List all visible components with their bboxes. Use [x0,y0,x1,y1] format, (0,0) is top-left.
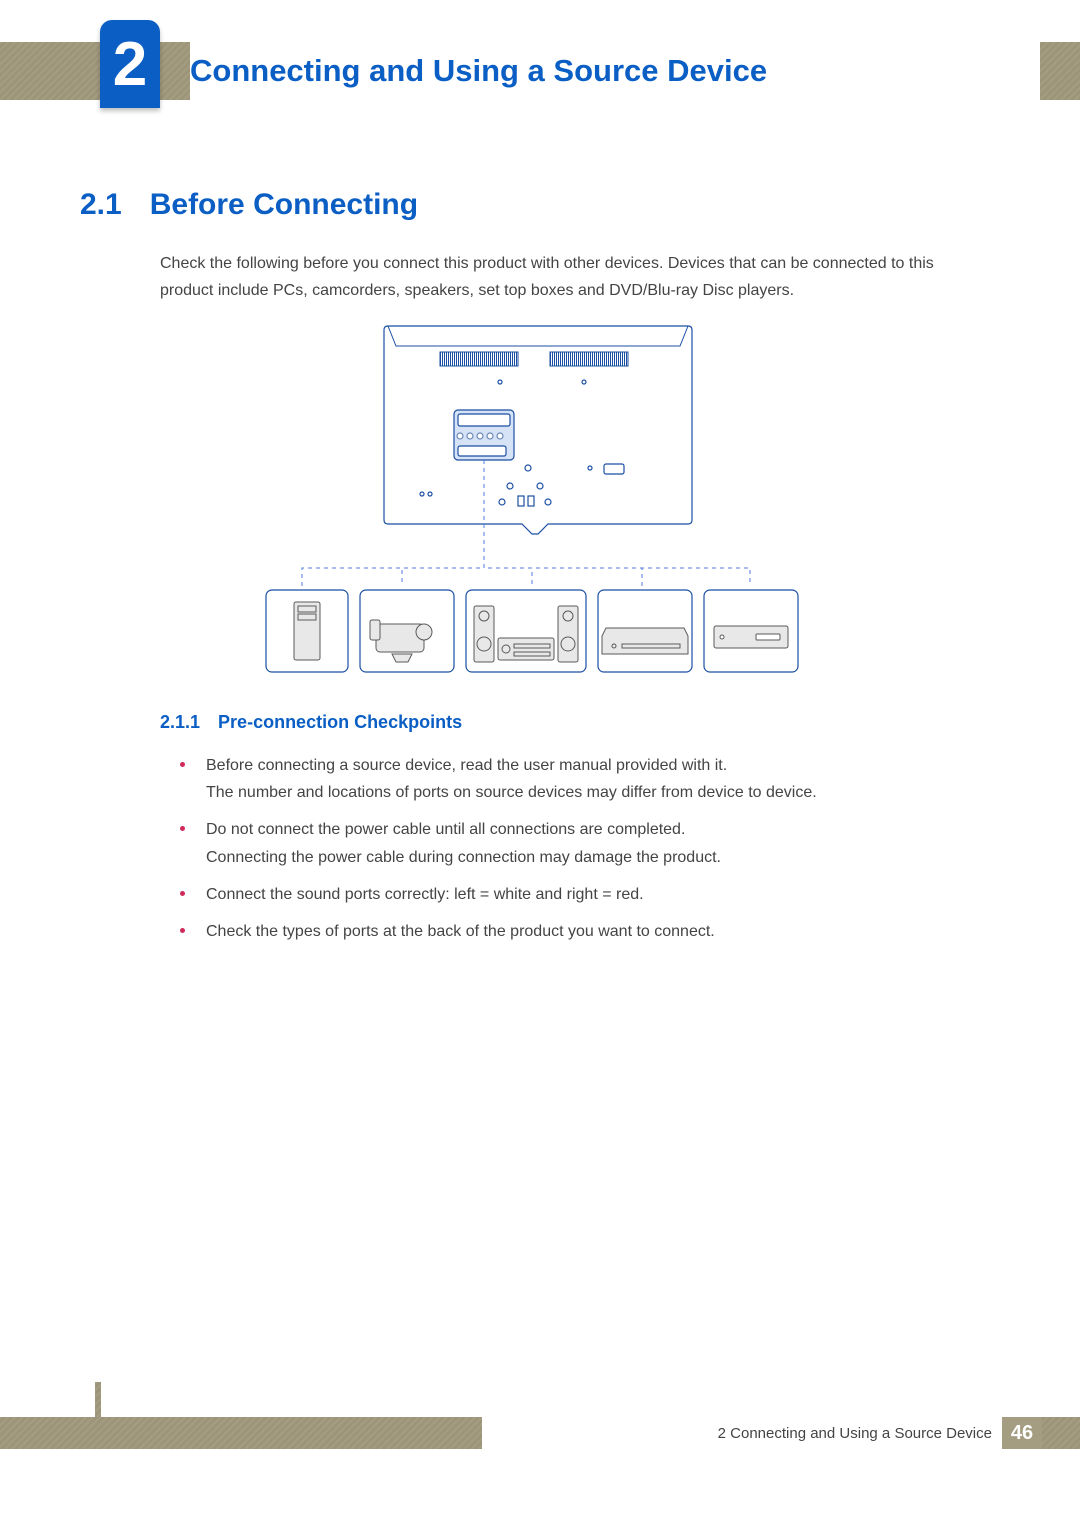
footer-chapter-ref: 2 Connecting and Using a Source Device [718,1425,992,1442]
list-item-text: Before connecting a source device, read … [206,757,817,801]
section-intro-text: Check the following before you connect t… [160,250,980,304]
section-title: Before Connecting [150,188,418,222]
connection-diagram [262,324,802,678]
chapter-title: Connecting and Using a Source Device [190,42,1040,100]
section-number: 2.1 [80,188,122,222]
list-item: Connect the sound ports correctly: left … [180,881,980,908]
checkpoints-list: Before connecting a source device, read … [180,752,980,955]
list-item: Before connecting a source device, read … [180,752,980,806]
subsection-title: Pre-connection Checkpoints [218,712,462,733]
page-number: 46 [1002,1417,1042,1449]
list-item-text: Check the types of ports at the back of … [206,923,715,940]
list-item: Check the types of ports at the back of … [180,918,980,945]
section-heading: 2.1 Before Connecting [80,188,1000,222]
footer-chapter-ref-container: 2 Connecting and Using a Source Device [482,1417,1002,1449]
subsection-heading: 2.1.1 Pre-connection Checkpoints [160,712,462,733]
chapter-number-badge: 2 [100,20,160,108]
list-item-text: Connect the sound ports correctly: left … [206,886,644,903]
list-item-text: Do not connect the power cable until all… [206,821,721,865]
list-item: Do not connect the power cable until all… [180,816,980,870]
subsection-number: 2.1.1 [160,712,200,733]
